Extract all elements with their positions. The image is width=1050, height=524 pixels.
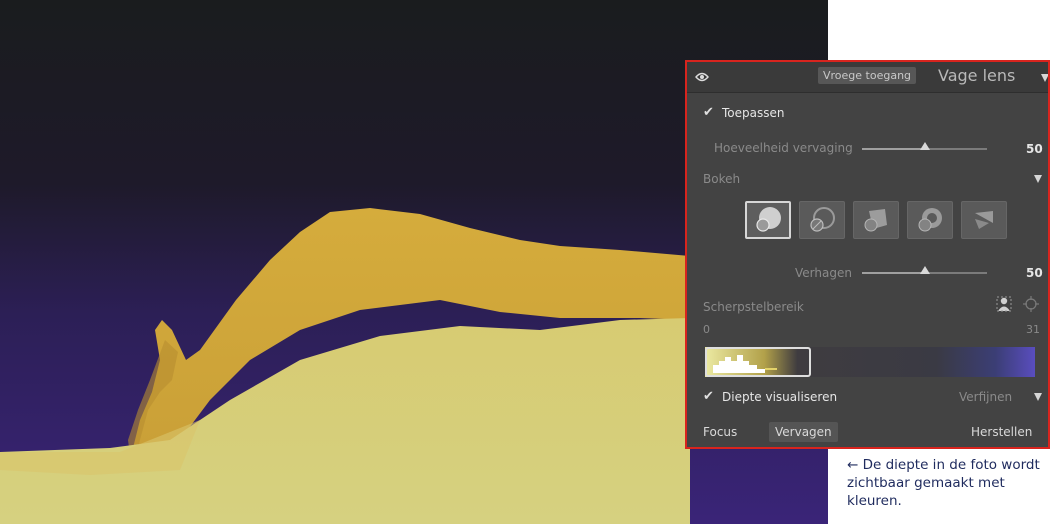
- panel-header: Vroege toegang Vage lens: [687, 62, 1048, 93]
- boost-slider-fill: [862, 272, 925, 274]
- bokeh-option-swirl[interactable]: [961, 201, 1007, 239]
- photo-caption: ← De diepte in de foto wordt zichtbaar g…: [847, 456, 1047, 510]
- range-min-label: 0: [703, 323, 710, 336]
- visualize-depth-label: Diepte visualiseren: [722, 390, 838, 404]
- refine-expand-triangle-icon[interactable]: [1034, 393, 1042, 401]
- collapse-triangle-icon[interactable]: [1041, 74, 1048, 82]
- blur-amount-label: Hoeveelheid vervaging: [714, 141, 853, 155]
- bokeh-donut-icon: [918, 208, 942, 232]
- refine-label[interactable]: Verfijnen: [959, 390, 1012, 404]
- bokeh-blade-icon: [864, 209, 887, 232]
- bokeh-option-donut[interactable]: [907, 201, 953, 239]
- range-max-label: 31: [1026, 323, 1040, 336]
- bokeh-option-blade[interactable]: [853, 201, 899, 239]
- focus-range-label: Scherpstelbereik: [703, 300, 804, 314]
- depth-range-bar[interactable]: [705, 347, 1035, 377]
- bokeh-expand-triangle-icon[interactable]: [1034, 175, 1042, 183]
- blur-amount-slider-handle[interactable]: [919, 142, 930, 150]
- boost-slider[interactable]: [862, 266, 987, 274]
- target-icon[interactable]: [1023, 296, 1039, 315]
- boost-label: Verhagen: [795, 266, 852, 280]
- focus-button[interactable]: Focus: [697, 422, 743, 442]
- focus-range-selector[interactable]: [705, 347, 811, 377]
- boost-value: 50: [1026, 266, 1043, 280]
- bokeh-circle-icon: [756, 207, 781, 232]
- blur-amount-value: 50: [1026, 142, 1043, 156]
- bokeh-option-circle[interactable]: [745, 201, 791, 239]
- caption-text: De diepte in de foto wordt zichtbaar gem…: [847, 457, 1040, 509]
- bokeh-shape-options: [745, 201, 1007, 239]
- lens-blur-panel: Vroege toegang Vage lens ✔ Toepassen Hoe…: [685, 60, 1050, 449]
- caption-arrow: ←: [847, 457, 859, 473]
- bokeh-swirl-icon: [975, 211, 993, 229]
- apply-label: Toepassen: [722, 106, 785, 120]
- reset-button[interactable]: Herstellen: [965, 422, 1038, 442]
- early-access-badge: Vroege toegang: [818, 67, 917, 84]
- bokeh-ring-icon: [810, 207, 835, 232]
- boost-slider-handle[interactable]: [919, 266, 930, 274]
- visualize-depth-checkbox[interactable]: ✔: [703, 389, 714, 404]
- apply-checkbox[interactable]: ✔: [703, 105, 714, 120]
- blur-button[interactable]: Vervagen: [769, 422, 838, 442]
- eye-icon[interactable]: [695, 71, 709, 85]
- blur-amount-slider[interactable]: [862, 142, 987, 150]
- panel-title[interactable]: Vage lens: [938, 66, 1015, 85]
- bokeh-label: Bokeh: [703, 172, 741, 186]
- bokeh-option-soap-bubble[interactable]: [799, 201, 845, 239]
- blur-amount-slider-fill: [862, 148, 925, 150]
- panel-footer: Focus Vervagen Herstellen: [687, 417, 1048, 447]
- subject-select-icon[interactable]: [996, 296, 1012, 315]
